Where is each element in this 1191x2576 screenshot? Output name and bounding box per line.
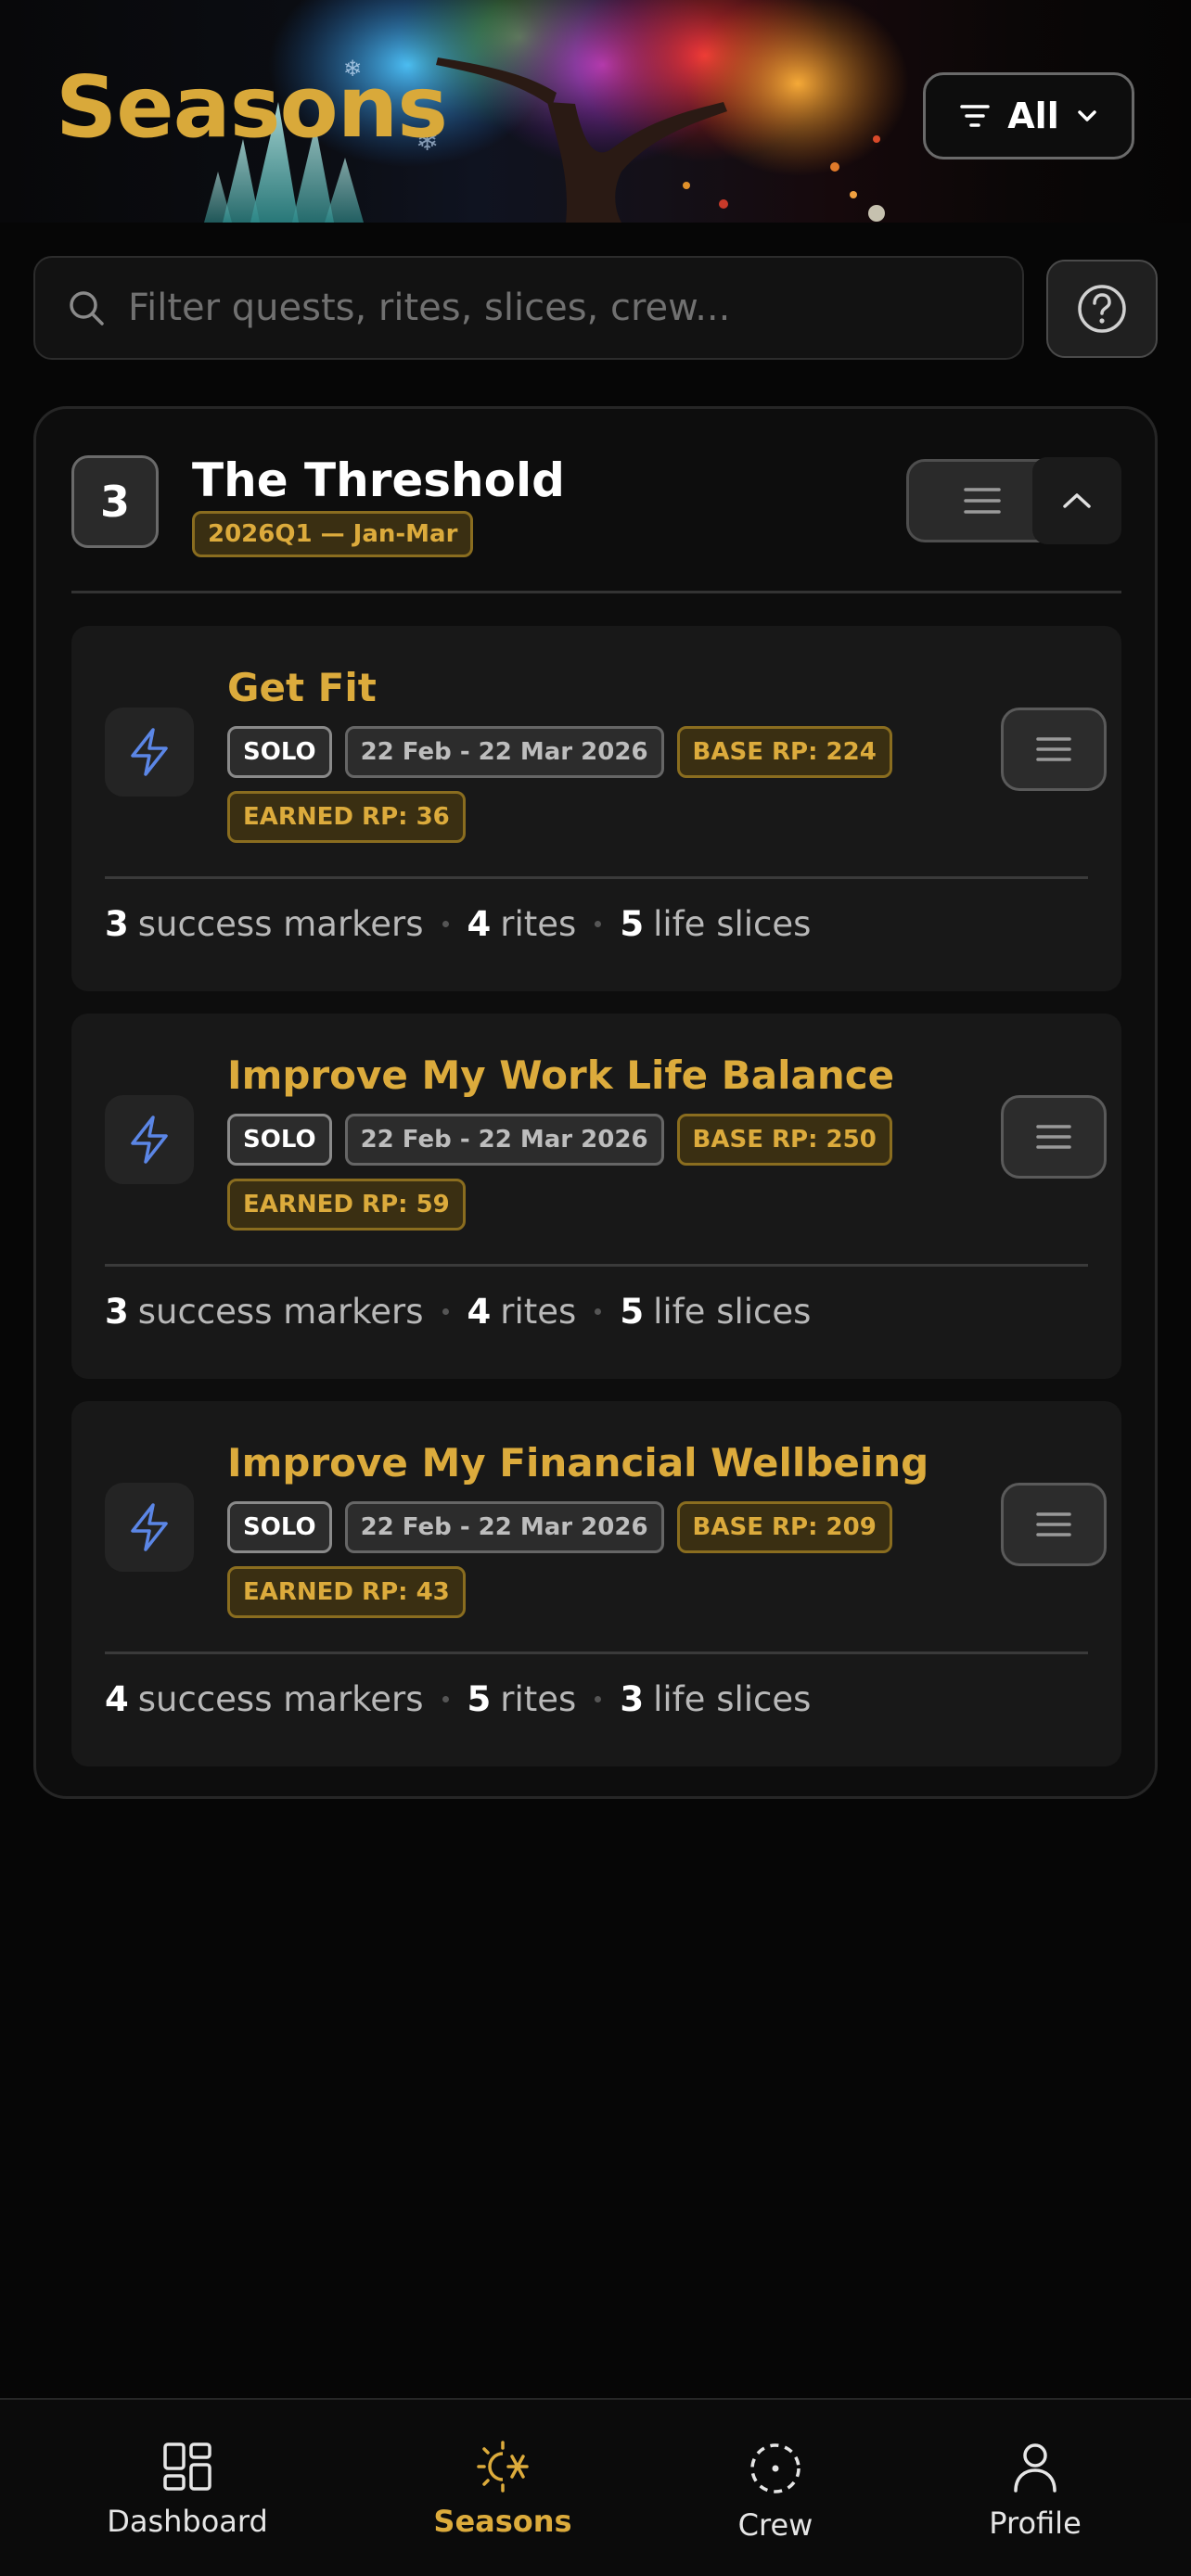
quest-tags: SOLO 22 Feb - 22 Mar 2026 BASE RP: 209 E… [227, 1501, 895, 1618]
filter-lines-icon [960, 105, 991, 127]
season-divider [71, 591, 1121, 593]
season-number-badge: 3 [71, 455, 159, 548]
success-markers-label: success markers [137, 904, 424, 944]
quest-menu-button[interactable] [1001, 1095, 1107, 1179]
success-markers-count: 4 [105, 1679, 129, 1719]
base-rp-badge: BASE RP: 209 [676, 1501, 892, 1553]
page-title: Seasons [56, 57, 448, 157]
rites-label: rites [500, 1292, 577, 1332]
quest-stats: 4 success markers 5 rites 3 life slices [105, 1679, 811, 1719]
nav-item-crew[interactable]: Crew [664, 2441, 887, 2543]
earned-rp-badge: EARNED RP: 36 [227, 791, 466, 843]
base-rp-badge: BASE RP: 224 [676, 726, 892, 778]
nav-label: Crew [737, 2507, 813, 2543]
hamburger-menu-icon [1036, 737, 1071, 761]
nav-item-profile[interactable]: Profile [924, 2441, 1146, 2541]
earned-rp-badge: EARNED RP: 43 [227, 1566, 466, 1618]
season-title: The Threshold [192, 453, 565, 507]
profile-person-icon [1014, 2443, 1057, 2493]
seasons-sun-snow-icon [477, 2441, 529, 2493]
life-slices-label: life slices [653, 1679, 812, 1719]
quest-title: Improve My Financial Wellbeing [227, 1440, 929, 1486]
rites-label: rites [500, 1679, 577, 1719]
rites-count: 4 [467, 904, 492, 944]
quest-type-icon [105, 708, 194, 797]
quest-divider [105, 1651, 1088, 1654]
search-bar[interactable] [33, 256, 1024, 360]
stat-separator-dot [442, 1696, 449, 1702]
nav-label: Dashboard [107, 2504, 268, 2539]
quest-title: Get Fit [227, 665, 377, 710]
lightning-bolt-icon [131, 728, 168, 776]
success-markers-label: success markers [137, 1292, 424, 1332]
search-input[interactable] [128, 287, 1000, 329]
quest-dates-badge: 22 Feb - 22 Mar 2026 [344, 1501, 664, 1553]
stat-separator-dot [595, 1696, 602, 1702]
quest-type-icon [105, 1095, 194, 1184]
quest-type-badge: SOLO [227, 1114, 332, 1166]
rites-count: 5 [467, 1679, 492, 1719]
quest-card-get-fit[interactable]: Get Fit SOLO 22 Feb - 22 Mar 2026 BASE R… [71, 626, 1121, 991]
quest-divider [105, 1264, 1088, 1267]
quest-dates-badge: 22 Feb - 22 Mar 2026 [344, 1114, 664, 1166]
life-slices-count: 5 [620, 904, 645, 944]
life-slices-count: 5 [620, 1292, 645, 1332]
stat-separator-dot [442, 1308, 449, 1315]
filter-button-label: All [1007, 96, 1059, 136]
dashboard-grid-icon [163, 2442, 211, 2491]
success-markers-count: 3 [105, 1292, 129, 1332]
quest-stats: 3 success markers 4 rites 5 life slices [105, 904, 811, 944]
hamburger-menu-icon [1036, 1125, 1071, 1149]
chevron-up-icon [1063, 493, 1091, 508]
quest-type-icon [105, 1483, 194, 1572]
life-slices-label: life slices [653, 1292, 812, 1332]
hamburger-menu-icon [1036, 1512, 1071, 1537]
search-icon [70, 291, 104, 325]
quest-tags: SOLO 22 Feb - 22 Mar 2026 BASE RP: 250 E… [227, 1114, 895, 1231]
quest-card-financial-wellbeing[interactable]: Improve My Financial Wellbeing SOLO 22 F… [71, 1401, 1121, 1766]
quest-menu-button[interactable] [1001, 708, 1107, 791]
header-banner: ❄ ❄ Seasons All [0, 0, 1191, 223]
nav-label: Seasons [433, 2504, 572, 2539]
chevron-down-icon [1077, 110, 1096, 121]
help-button[interactable] [1046, 260, 1158, 358]
rites-label: rites [500, 904, 577, 944]
hamburger-menu-icon [964, 488, 1001, 514]
base-rp-badge: BASE RP: 250 [676, 1114, 892, 1166]
bottom-navigation: Dashboard Seasons Crew Profile [0, 2398, 1191, 2576]
quest-type-badge: SOLO [227, 726, 332, 778]
nav-label: Profile [989, 2506, 1082, 2541]
rites-count: 4 [467, 1292, 492, 1332]
season-card: 3 The Threshold 2026Q1 — Jan-Mar Get Fit… [33, 406, 1158, 1799]
quest-stats: 3 success markers 4 rites 5 life slices [105, 1292, 811, 1332]
crew-dashed-circle-icon [750, 2443, 800, 2493]
earned-rp-badge: EARNED RP: 59 [227, 1179, 466, 1231]
stat-separator-dot [442, 921, 449, 927]
stat-separator-dot [595, 1308, 602, 1315]
season-period-badge: 2026Q1 — Jan-Mar [192, 511, 474, 557]
quest-divider [105, 876, 1088, 879]
stat-separator-dot [595, 921, 602, 927]
life-slices-count: 3 [620, 1679, 645, 1719]
quest-dates-badge: 22 Feb - 22 Mar 2026 [344, 726, 664, 778]
lightning-bolt-icon [131, 1116, 168, 1164]
life-slices-label: life slices [653, 904, 812, 944]
nav-item-dashboard[interactable]: Dashboard [76, 2441, 299, 2539]
quest-title: Improve My Work Life Balance [227, 1052, 895, 1098]
help-question-icon [1078, 285, 1126, 333]
quest-type-badge: SOLO [227, 1501, 332, 1553]
success-markers-label: success markers [137, 1679, 424, 1719]
lightning-bolt-icon [131, 1503, 168, 1551]
success-markers-count: 3 [105, 904, 129, 944]
quest-card-work-life-balance[interactable]: Improve My Work Life Balance SOLO 22 Feb… [71, 1014, 1121, 1379]
quest-menu-button[interactable] [1001, 1483, 1107, 1566]
nav-item-seasons[interactable]: Seasons [391, 2441, 614, 2539]
season-filter-button[interactable]: All [923, 72, 1134, 159]
season-collapse-button[interactable] [1032, 457, 1121, 544]
quest-tags: SOLO 22 Feb - 22 Mar 2026 BASE RP: 224 E… [227, 726, 895, 843]
